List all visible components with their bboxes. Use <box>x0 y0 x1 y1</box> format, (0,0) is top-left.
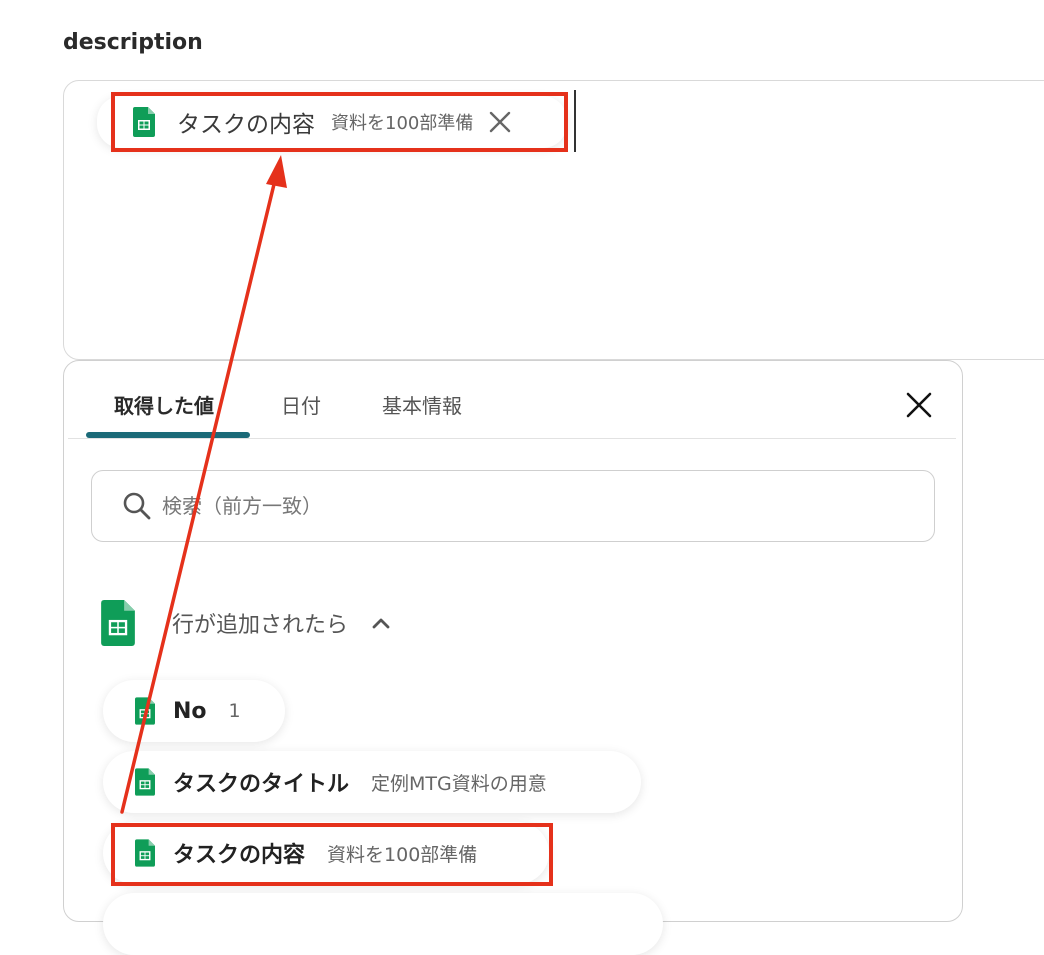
text-cursor <box>574 90 576 152</box>
picker-tabs: 取得した値 日付 基本情報 <box>86 380 958 440</box>
google-sheets-icon <box>133 107 155 137</box>
google-sheets-icon <box>135 697 155 725</box>
search-input[interactable] <box>160 493 864 519</box>
option-name: タスクのタイトル <box>173 772 350 797</box>
option-value: 定例MTG資料の用意 <box>371 772 547 795</box>
inserted-variable-chip[interactable]: タスクの内容 資料を100部準備 <box>97 96 567 148</box>
option-name: タスクの内容 <box>173 843 306 868</box>
field-label: description <box>63 30 203 55</box>
google-sheets-icon <box>101 600 135 646</box>
search-box[interactable] <box>91 470 935 542</box>
search-icon <box>123 492 151 520</box>
chip-value: 資料を100部準備 <box>331 113 474 134</box>
remove-chip-icon[interactable] <box>487 109 513 135</box>
option-value: 資料を100部準備 <box>327 843 478 866</box>
list-item-partial[interactable] <box>103 893 663 955</box>
tab-date[interactable]: 日付 <box>281 390 321 419</box>
google-sheets-icon <box>135 768 155 796</box>
tab-acquired-values[interactable]: 取得した値 <box>114 390 214 419</box>
google-sheets-icon <box>135 839 155 867</box>
group-header[interactable]: 行が追加されたら <box>100 598 392 648</box>
chip-name: タスクの内容 <box>177 112 315 138</box>
chevron-up-icon[interactable] <box>370 612 392 634</box>
close-icon[interactable] <box>904 390 934 420</box>
group-title: 行が追加されたら <box>172 613 349 638</box>
tab-basic-info[interactable]: 基本情報 <box>382 390 462 419</box>
list-item[interactable]: タスクのタイトル 定例MTG資料の用意 <box>103 751 641 813</box>
option-name: No <box>173 698 207 724</box>
list-item[interactable]: No 1 <box>103 680 285 742</box>
tabs-divider <box>68 438 956 439</box>
option-value: 1 <box>228 700 241 722</box>
list-item[interactable]: タスクの内容 資料を100部準備 <box>103 822 549 884</box>
